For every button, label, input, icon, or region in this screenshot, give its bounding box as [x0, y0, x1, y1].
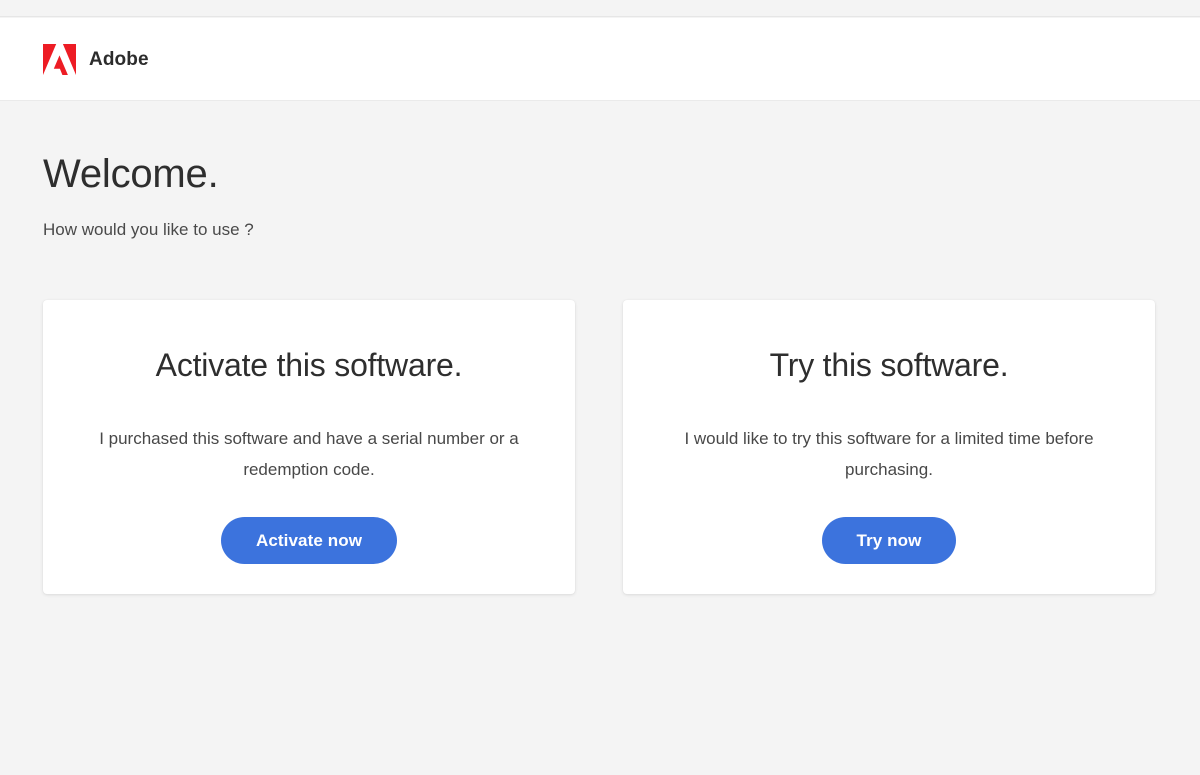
card-title: Try this software.	[770, 300, 1009, 383]
app-header: Adobe	[0, 18, 1200, 101]
main-content: Welcome. How would you like to use ? Act…	[0, 102, 1200, 775]
page-subtitle: How would you like to use ?	[43, 194, 1157, 238]
window-title-bar	[0, 0, 1200, 17]
brand-lockup: Adobe	[43, 44, 149, 75]
option-card-row: Activate this software. I purchased this…	[43, 300, 1157, 594]
card-title: Activate this software.	[156, 300, 463, 383]
page-title: Welcome.	[43, 102, 1157, 194]
card-description: I would like to try this software for a …	[654, 383, 1124, 486]
app-window: Adobe Welcome. How would you like to use…	[0, 0, 1200, 775]
activate-option-card[interactable]: Activate this software. I purchased this…	[43, 300, 575, 594]
activate-now-button[interactable]: Activate now	[221, 517, 397, 564]
try-now-button[interactable]: Try now	[822, 517, 957, 564]
brand-name: Adobe	[89, 50, 149, 69]
card-description: I purchased this software and have a ser…	[74, 383, 544, 486]
adobe-logo-icon	[43, 44, 76, 75]
try-option-card[interactable]: Try this software. I would like to try t…	[623, 300, 1155, 594]
